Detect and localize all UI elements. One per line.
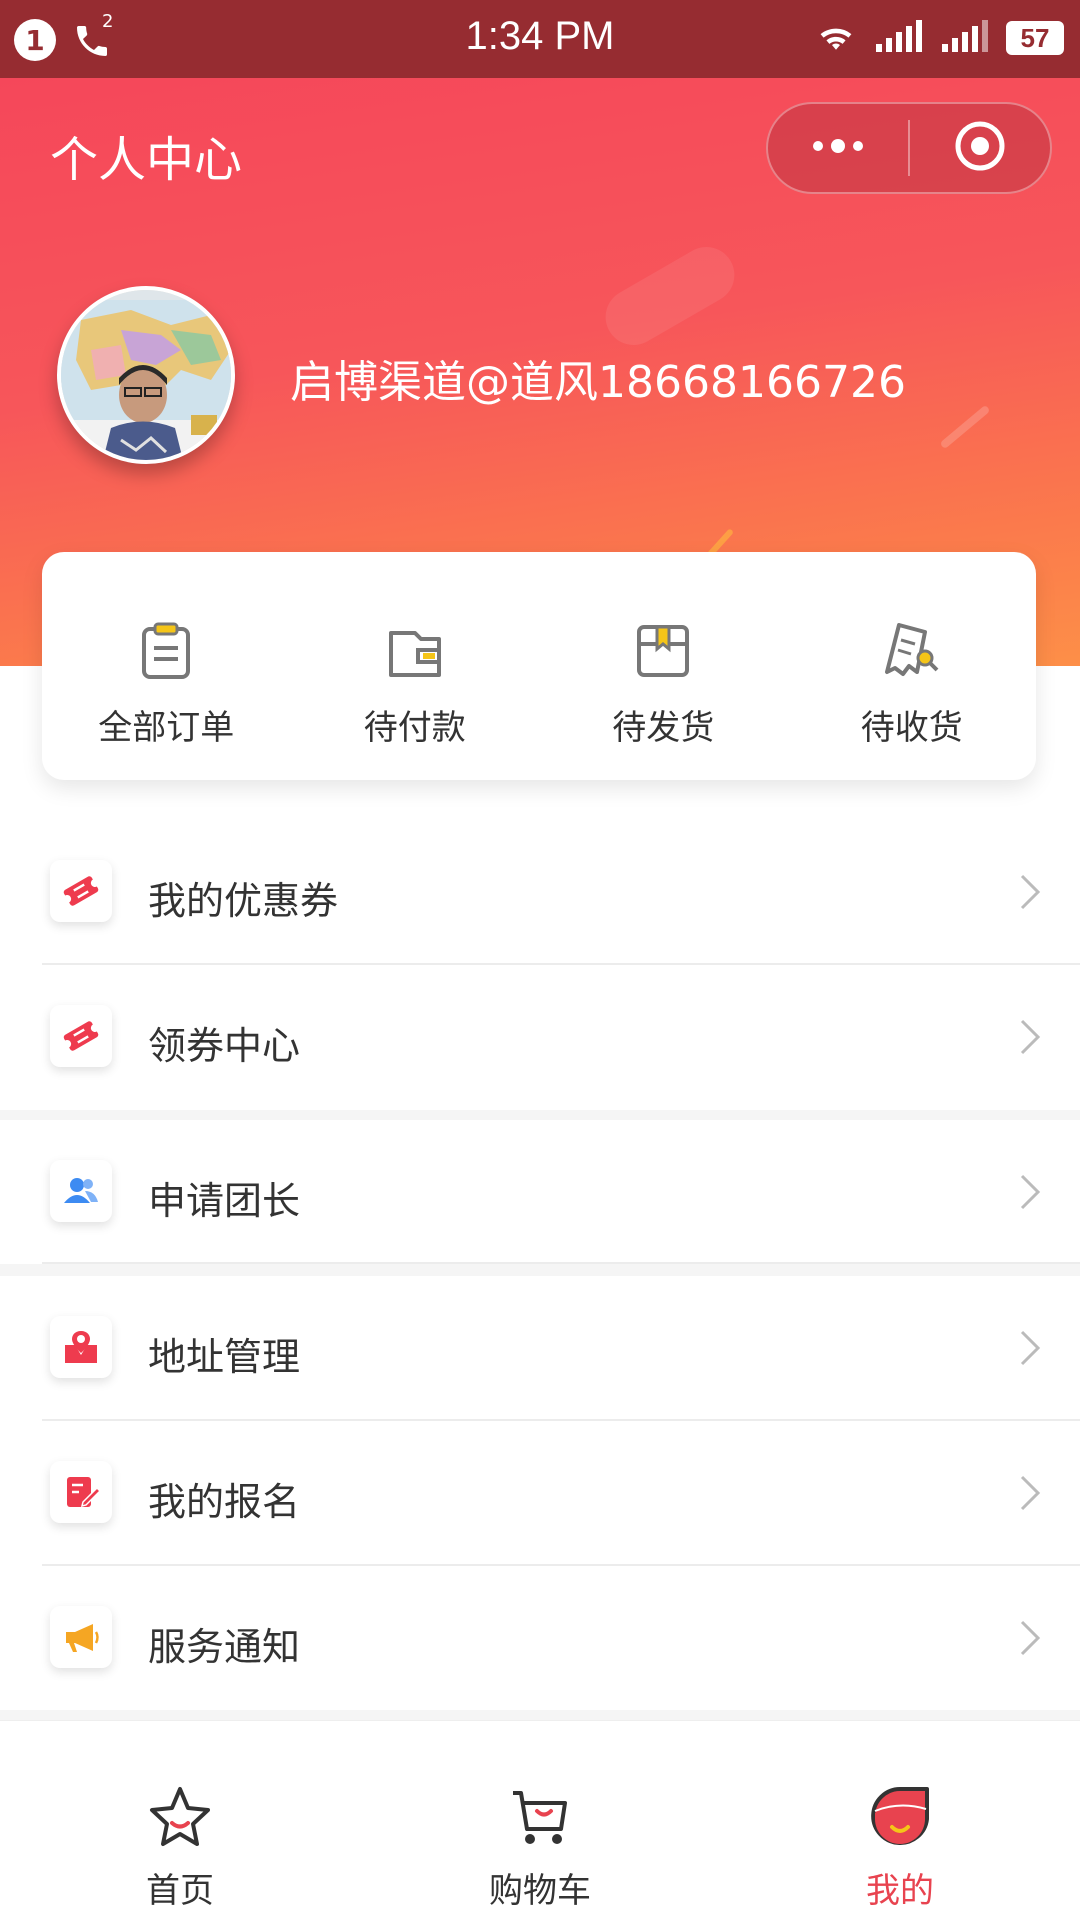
tab-bar: 首页 购物车 我的 bbox=[0, 1720, 1080, 1920]
tab-home[interactable]: 首页 bbox=[0, 1721, 360, 1920]
menu-item-my-coupons[interactable]: 我的优惠券 bbox=[0, 820, 1080, 964]
chevron-right-icon bbox=[1018, 1328, 1042, 1372]
signal-icon bbox=[940, 18, 990, 58]
box-icon bbox=[632, 620, 694, 686]
menu-item-apply-leader[interactable]: 申请团长 bbox=[0, 1120, 1080, 1264]
menu-item-address[interactable]: 地址管理 bbox=[0, 1276, 1080, 1420]
more-dots-icon bbox=[808, 136, 868, 160]
pending-receipt-button[interactable]: 待收货 bbox=[788, 552, 1037, 780]
decoration bbox=[595, 236, 745, 356]
menu-item-label: 领券中心 bbox=[148, 1024, 301, 1068]
clipboard-icon bbox=[135, 620, 197, 686]
username: 启博渠道@道风18668166726 bbox=[290, 357, 906, 408]
users-icon bbox=[50, 1160, 112, 1222]
target-icon bbox=[953, 119, 1007, 177]
avatar[interactable] bbox=[57, 286, 235, 464]
chevron-right-icon bbox=[1018, 1618, 1042, 1662]
profile-icon bbox=[865, 1783, 935, 1857]
order-label: 待收货 bbox=[860, 708, 963, 748]
location-icon bbox=[50, 1316, 112, 1378]
order-label: 全部订单 bbox=[98, 708, 235, 748]
section-gap bbox=[0, 1710, 1080, 1720]
tab-label: 购物车 bbox=[489, 1871, 591, 1911]
chevron-right-icon bbox=[1018, 1017, 1042, 1061]
coupon-icon bbox=[50, 1005, 112, 1067]
tab-profile[interactable]: 我的 bbox=[720, 1721, 1080, 1920]
star-icon bbox=[145, 1783, 215, 1857]
menu-item-label: 地址管理 bbox=[148, 1335, 301, 1379]
wallet-icon bbox=[384, 620, 446, 686]
megaphone-icon bbox=[50, 1606, 112, 1668]
tab-label: 首页 bbox=[146, 1871, 214, 1911]
chevron-right-icon bbox=[1018, 1473, 1042, 1517]
pending-payment-button[interactable]: 待付款 bbox=[291, 552, 540, 780]
menu-item-label: 我的优惠券 bbox=[148, 879, 339, 923]
decoration bbox=[939, 404, 991, 450]
menu-item-service-notice[interactable]: 服务通知 bbox=[0, 1566, 1080, 1710]
chevron-right-icon bbox=[1018, 872, 1042, 916]
miniapp-capsule bbox=[766, 102, 1052, 194]
edit-icon bbox=[50, 1461, 112, 1523]
signal-icon bbox=[874, 18, 924, 58]
coupon-icon bbox=[50, 860, 112, 922]
status-bar: 1 2 1:34 PM 57 bbox=[0, 0, 1080, 78]
battery-indicator: 57 bbox=[1006, 21, 1064, 55]
cart-icon bbox=[505, 1783, 575, 1857]
page-title: 个人中心 bbox=[50, 132, 243, 188]
receipt-search-icon bbox=[881, 620, 943, 686]
pending-shipment-button[interactable]: 待发货 bbox=[539, 552, 788, 780]
close-miniapp-button[interactable] bbox=[910, 104, 1050, 192]
wifi-icon bbox=[814, 19, 858, 57]
orders-card: 全部订单 待付款 待发货 待收货 bbox=[42, 552, 1036, 780]
order-label: 待发货 bbox=[612, 708, 715, 748]
menu-item-my-registrations[interactable]: 我的报名 bbox=[0, 1421, 1080, 1565]
chevron-right-icon bbox=[1018, 1172, 1042, 1216]
tab-cart[interactable]: 购物车 bbox=[360, 1721, 720, 1920]
menu-item-label: 我的报名 bbox=[148, 1480, 301, 1524]
menu-item-label: 申请团长 bbox=[148, 1179, 301, 1223]
section-gap bbox=[0, 1110, 1080, 1120]
menu-item-coupon-center[interactable]: 领券中心 bbox=[0, 965, 1080, 1109]
all-orders-button[interactable]: 全部订单 bbox=[42, 552, 291, 780]
more-button[interactable] bbox=[768, 104, 908, 192]
tab-label: 我的 bbox=[866, 1871, 934, 1911]
section-gap bbox=[0, 1264, 1080, 1276]
menu-item-label: 服务通知 bbox=[148, 1625, 301, 1669]
order-label: 待付款 bbox=[363, 708, 466, 748]
